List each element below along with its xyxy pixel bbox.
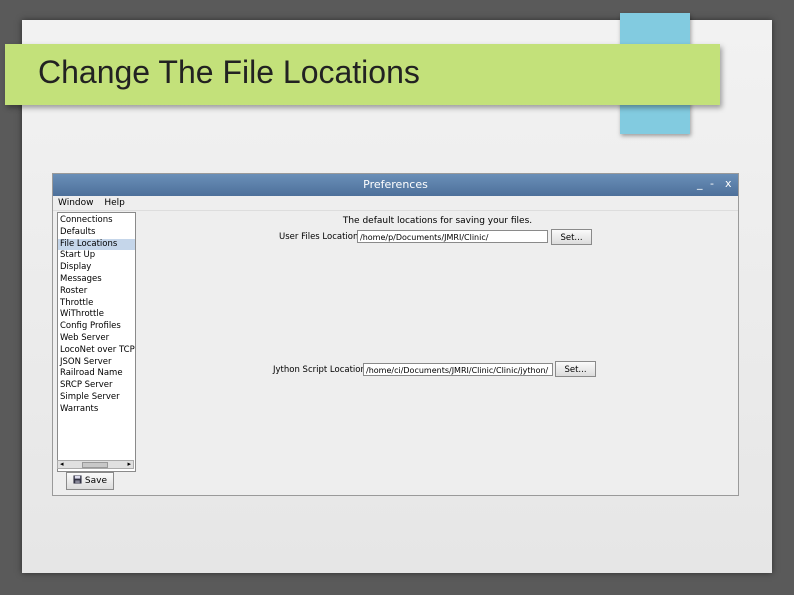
slide-title: Change The File Locations bbox=[38, 54, 420, 90]
sidebar-item[interactable]: WiThrottle bbox=[58, 309, 135, 321]
sidebar-item[interactable]: Roster bbox=[58, 286, 135, 298]
sidebar-item[interactable]: SRCP Server bbox=[58, 380, 135, 392]
sidebar-item[interactable]: Connections bbox=[58, 215, 135, 227]
sidebar-item[interactable]: Display bbox=[58, 262, 135, 274]
window-title: Preferences bbox=[363, 178, 428, 191]
jython-script-input[interactable]: /home/ci/Documents/JMRI/Clinic/Clinic/jy… bbox=[363, 363, 553, 376]
user-files-set-button[interactable]: Set... bbox=[551, 229, 592, 245]
user-files-input[interactable]: /home/p/Documents/JMRI/Clinic/ bbox=[357, 230, 548, 243]
minimize-button[interactable]: _ bbox=[697, 177, 703, 190]
maximize-button[interactable]: - bbox=[710, 177, 714, 190]
scroll-right-icon[interactable]: ▸ bbox=[127, 460, 131, 468]
sidebar-list: Connections Defaults File Locations Star… bbox=[58, 213, 135, 416]
floppy-disk-icon bbox=[73, 475, 82, 484]
sidebar-horizontal-scrollbar[interactable]: ◂ ▸ bbox=[57, 460, 134, 469]
jython-set-button[interactable]: Set... bbox=[555, 361, 596, 377]
save-button[interactable]: Save bbox=[66, 472, 114, 490]
preferences-window: Preferences _ - x Window Help Connection… bbox=[52, 173, 739, 496]
sidebar-item[interactable]: Start Up bbox=[58, 250, 135, 262]
sidebar-item[interactable]: Web Server bbox=[58, 333, 135, 345]
sidebar-item[interactable]: Defaults bbox=[58, 227, 135, 239]
scrollbar-thumb[interactable] bbox=[82, 462, 108, 468]
menu-help[interactable]: Help bbox=[104, 198, 125, 208]
scroll-left-icon[interactable]: ◂ bbox=[60, 460, 64, 468]
sidebar-item[interactable]: Messages bbox=[58, 274, 135, 286]
sidebar-item[interactable]: Config Profiles bbox=[58, 321, 135, 333]
file-locations-panel: The default locations for saving your fi… bbox=[137, 212, 738, 495]
sidebar-item-selected[interactable]: File Locations bbox=[58, 238, 135, 251]
sidebar-item[interactable]: Warrants bbox=[58, 404, 135, 416]
preferences-sidebar: Connections Defaults File Locations Star… bbox=[57, 212, 136, 472]
sidebar-item[interactable]: Throttle bbox=[58, 298, 135, 310]
panel-heading: The default locations for saving your fi… bbox=[342, 216, 533, 226]
sidebar-item[interactable]: Simple Server bbox=[58, 392, 135, 404]
user-files-label: User Files Location bbox=[279, 232, 359, 242]
save-button-label: Save bbox=[84, 476, 107, 486]
menu-window[interactable]: Window bbox=[58, 198, 94, 208]
jython-script-label: Jython Script Location bbox=[273, 365, 366, 375]
sidebar-item[interactable]: Railroad Name bbox=[58, 368, 135, 380]
sidebar-item[interactable]: LocoNet over TCP S bbox=[58, 345, 135, 357]
close-button[interactable]: x bbox=[725, 177, 732, 190]
sidebar-item[interactable]: JSON Server bbox=[58, 357, 135, 369]
window-titlebar[interactable]: Preferences _ - x bbox=[53, 174, 738, 196]
menu-bar: Window Help bbox=[53, 196, 738, 211]
